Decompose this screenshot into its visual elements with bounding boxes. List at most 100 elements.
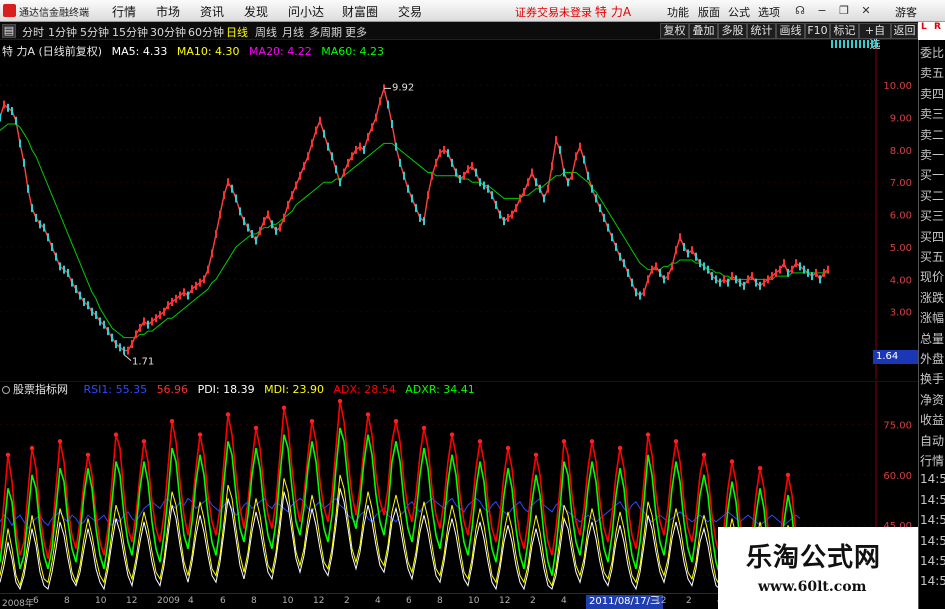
overlay-button[interactable]: 叠加: [689, 23, 718, 39]
candle: [367, 132, 369, 141]
period-1min[interactable]: 1分钟: [48, 24, 77, 40]
candle: [295, 181, 297, 190]
date-tick: 12: [655, 596, 667, 606]
candle: [475, 168, 477, 177]
guest-label[interactable]: 游客: [895, 4, 917, 20]
candle: [167, 301, 169, 310]
add-watchlist-button[interactable]: +自选: [859, 23, 891, 51]
candle: [175, 294, 177, 303]
date-tick: 6: [406, 596, 412, 606]
candle: [311, 139, 313, 148]
candle: [779, 265, 781, 274]
period-tick[interactable]: 分时: [22, 24, 44, 40]
price-chart[interactable]: 3.00 4.00 5.00 6.00 7.00 8.00 9.00 10.00 9.92 1.…: [0, 40, 918, 380]
period-60min[interactable]: 60分钟: [188, 24, 224, 40]
menu-formula[interactable]: 公式: [728, 4, 750, 20]
ma10-value: MA10: 4.30: [176, 45, 240, 58]
candle: [807, 268, 809, 277]
candle: [387, 100, 389, 109]
candle: [183, 288, 185, 297]
candle: [35, 213, 37, 222]
period-more[interactable]: 更多: [345, 24, 367, 40]
adx-peak-dot: [729, 459, 735, 464]
minimize-icon[interactable]: −: [815, 4, 829, 18]
date-tick: 4: [375, 596, 381, 606]
adx-value: ADX: 28.54: [333, 383, 396, 396]
candle: [219, 210, 221, 219]
menu-item-trade[interactable]: 交易: [398, 3, 422, 20]
headset-icon[interactable]: ☊: [793, 4, 807, 18]
lr-badge-right: R: [934, 22, 941, 32]
period-monthly[interactable]: 月线: [282, 24, 304, 40]
period-30min[interactable]: 30分钟: [150, 24, 186, 40]
menu-toggle-icon[interactable]: ▤: [2, 24, 16, 38]
close-icon[interactable]: ✕: [859, 4, 873, 18]
adx-peak-dot: [785, 472, 791, 478]
period-daily[interactable]: 日线: [226, 24, 248, 40]
candle: [603, 213, 605, 222]
candle: [791, 265, 793, 274]
adxr-value: ADXR: 34.41: [405, 383, 475, 396]
menu-item-discover[interactable]: 发现: [244, 3, 268, 20]
candle: [355, 145, 357, 154]
draw-line-button[interactable]: 画线: [776, 23, 805, 39]
candle: [443, 145, 445, 154]
stats-button[interactable]: 统计: [747, 23, 776, 39]
lr-badge[interactable]: L R: [918, 22, 945, 40]
candle: [403, 171, 405, 180]
candle: [99, 317, 101, 326]
menu-function[interactable]: 功能: [667, 4, 689, 20]
candle: [871, 40, 873, 48]
back-button[interactable]: 返回: [891, 23, 918, 39]
multi-stock-button[interactable]: 多股: [718, 23, 747, 39]
menu-options[interactable]: 选项: [758, 4, 780, 20]
candle: [835, 40, 837, 48]
menu-item-news[interactable]: 资讯: [200, 3, 224, 20]
period-5min[interactable]: 5分钟: [80, 24, 109, 40]
period-weekly[interactable]: 周线: [255, 24, 277, 40]
candle: [487, 184, 489, 193]
sidebar-item: 委比: [920, 46, 945, 60]
candle: [855, 40, 857, 48]
candle: [315, 126, 317, 135]
high-annotation: 9.92: [392, 82, 414, 93]
candle: [375, 113, 377, 122]
candle: [303, 162, 305, 171]
candle: [471, 162, 473, 171]
y-tick-label: 4.00: [890, 275, 912, 286]
period-15min[interactable]: 15分钟: [112, 24, 148, 40]
candle: [379, 97, 381, 106]
series-ma60: [0, 123, 828, 339]
date-tick: 12: [126, 596, 138, 606]
sidebar-item: 14:55: [920, 533, 945, 548]
menu-layout[interactable]: 版面: [698, 4, 720, 20]
sidebar-item: 14:55: [920, 554, 945, 568]
candle: [839, 40, 841, 48]
restore-icon[interactable]: ❐: [837, 4, 851, 18]
candle: [567, 178, 569, 187]
candle: [159, 310, 161, 319]
candle: [687, 249, 689, 258]
menu-item-market[interactable]: 行情: [112, 3, 136, 20]
candle: [247, 223, 249, 232]
candle: [847, 40, 849, 48]
candle: [423, 217, 425, 226]
adjust-button[interactable]: 复权: [660, 23, 689, 39]
mark-button[interactable]: 标记: [830, 23, 859, 39]
sidebar-item[interactable]: 行情: [920, 452, 945, 469]
login-status[interactable]: 证券交易未登录: [515, 4, 592, 20]
menu-item-wealth[interactable]: 财富圈: [342, 3, 378, 20]
sidebar-item[interactable]: 自动: [920, 432, 945, 449]
period-multi[interactable]: 多周期: [309, 24, 342, 40]
adx-peak-dot: [253, 425, 259, 431]
candle: [507, 213, 509, 222]
candle: [395, 142, 397, 151]
sidebar-item: 卖三: [920, 107, 945, 122]
date-tick: 2: [686, 596, 692, 606]
candle: [771, 272, 773, 281]
f10-button[interactable]: F10: [805, 23, 830, 39]
indicator-settings-icon[interactable]: [2, 386, 10, 394]
menu-item-ask[interactable]: 问小达: [288, 3, 324, 20]
menu-item-markets[interactable]: 市场: [156, 3, 180, 20]
candle: [419, 213, 421, 222]
